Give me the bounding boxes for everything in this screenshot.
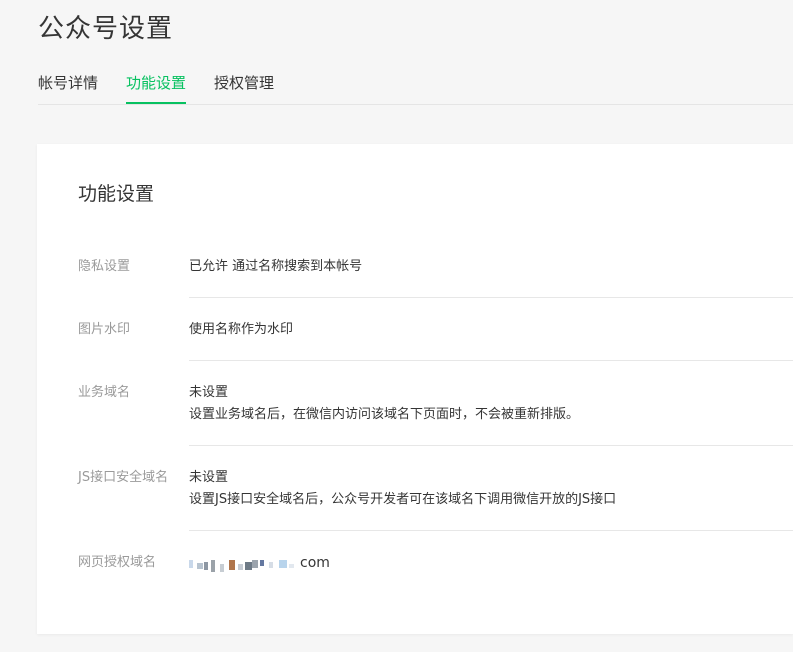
row-divider (189, 530, 793, 531)
privacy-setting-value: 已允许 通过名称搜索到本帐号 (189, 259, 363, 274)
image-watermark-row: 图片水印 使用名称作为水印 (78, 319, 793, 361)
privacy-setting-row: 隐私设置 已允许 通过名称搜索到本帐号 (78, 256, 793, 298)
business-domain-label: 业务域名 (78, 385, 131, 400)
js-api-domain-label: JS接口安全域名 (78, 470, 169, 485)
image-watermark-label: 图片水印 (78, 322, 131, 337)
business-domain-row: 业务域名 未设置 设置业务域名后，在微信内访问该域名下页面时，不会被重新排版。 (78, 382, 793, 446)
web-auth-domain-suffix: com (300, 555, 330, 571)
business-domain-status: 未设置 (189, 385, 229, 400)
row-divider (189, 360, 793, 361)
image-watermark-value: 使用名称作为水印 (189, 322, 294, 337)
row-divider (189, 297, 793, 298)
js-api-domain-status: 未设置 (189, 470, 229, 485)
js-api-domain-row: JS接口安全域名 未设置 设置JS接口安全域名后，公众号开发者可在该域名下调用微… (78, 467, 793, 531)
redacted-domain-mosaic (189, 554, 299, 572)
feature-settings-card: 功能设置 隐私设置 已允许 通过名称搜索到本帐号 图片水印 使用名称作为水印 业… (37, 144, 793, 634)
js-api-domain-hint: 设置JS接口安全域名后，公众号开发者可在该域名下调用微信开放的JS接口 (189, 492, 617, 507)
tab-account-details[interactable]: 帐号详情 (38, 70, 98, 102)
business-domain-value: 未设置 设置业务域名后，在微信内访问该域名下页面时，不会被重新排版。 (189, 382, 579, 426)
privacy-setting-label: 隐私设置 (78, 259, 131, 274)
web-auth-domain-row: 网页授权域名 com (78, 552, 793, 582)
tab-feature-settings[interactable]: 功能设置 (126, 70, 187, 104)
row-divider (189, 445, 793, 446)
tab-bar: 帐号详情 功能设置 授权管理 (38, 70, 793, 105)
page-title: 公众号设置 (38, 14, 174, 44)
web-auth-domain-label: 网页授权域名 (78, 555, 157, 570)
tab-authorization-management[interactable]: 授权管理 (214, 70, 274, 102)
js-api-domain-value: 未设置 设置JS接口安全域名后，公众号开发者可在该域名下调用微信开放的JS接口 (189, 467, 616, 511)
card-title: 功能设置 (78, 183, 155, 205)
business-domain-hint: 设置业务域名后，在微信内访问该域名下页面时，不会被重新排版。 (189, 407, 580, 422)
web-auth-domain-value: com (189, 552, 330, 575)
